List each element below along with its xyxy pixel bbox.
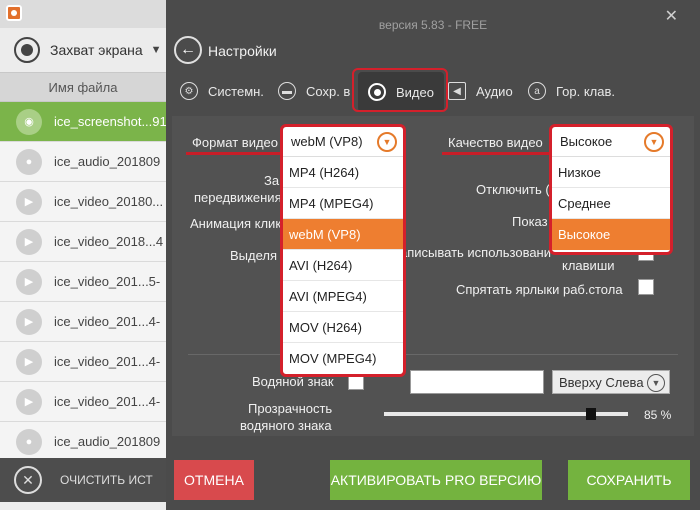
setting-label: клавиши (562, 258, 615, 273)
file-name: ice_video_2018...4 (54, 234, 164, 249)
app-titlebar (0, 0, 166, 28)
chevron-down-icon: ▼ (647, 374, 665, 392)
list-item[interactable]: ▶ ice_video_201...4- (0, 342, 166, 382)
microphone-icon: ● (16, 428, 42, 455)
setting-label: Анимация клик (190, 216, 282, 231)
play-icon: ▶ (16, 188, 42, 215)
back-arrow-icon[interactable]: ← (174, 36, 202, 64)
selected-value: Высокое (560, 134, 613, 149)
transparency-label: водяного знака (240, 418, 332, 433)
chevron-down-icon[interactable]: ▼ (644, 132, 664, 152)
video-quality-label: Качество видео (442, 135, 553, 155)
file-name: ice_video_201...5- (54, 274, 161, 289)
tab-label: Сохр. в (306, 83, 351, 99)
tab-label: Гор. клав. (556, 83, 616, 99)
list-item[interactable]: ▶ ice_video_20180... (0, 182, 166, 222)
play-icon: ▶ (16, 348, 42, 375)
activate-pro-button[interactable]: АКТИВИРОВАТЬ PRO ВЕРСИЮ (330, 460, 542, 500)
file-name: ice_audio_201809 (54, 154, 161, 169)
capture-mode-label: Захват экрана (50, 42, 143, 58)
folder-icon: ▬ (278, 82, 296, 100)
video-quality-selected[interactable]: Высокое ▼ (552, 127, 670, 157)
setting-label: Выделя (230, 248, 278, 263)
file-list: ◉ ice_screenshot...91 ● ice_audio_201809 ▶… (0, 102, 166, 462)
list-item[interactable]: ◉ ice_screenshot...91 (0, 102, 166, 142)
close-icon: ✕ (14, 466, 42, 494)
setting-label: Отключить ( (476, 182, 550, 197)
play-icon: ▶ (16, 228, 42, 255)
page-title: Настройки (208, 43, 277, 59)
hide-desktop-icons-checkbox[interactable] (638, 279, 654, 295)
transparency-label: Прозрачность (248, 401, 333, 416)
microphone-icon: ● (16, 148, 42, 175)
list-item[interactable]: ▶ ice_video_201...4- (0, 382, 166, 422)
settings-dialog: версия 5.83 - FREE ✕ ← Настройки ⚙ Систе… (166, 0, 700, 510)
chevron-down-icon[interactable]: ▼ (377, 132, 397, 152)
list-item[interactable]: ● ice_audio_201809 (0, 422, 166, 462)
version-label: версия 5.83 - FREE (378, 18, 488, 32)
speaker-icon: ◀ (448, 82, 466, 100)
format-option[interactable]: MOV (H264) (283, 312, 403, 343)
play-icon: ▶ (16, 308, 42, 335)
setting-label: передвижения (194, 190, 282, 205)
list-item[interactable]: ▶ ice_video_201...5- (0, 262, 166, 302)
watermark-position-select[interactable]: Вверху Слева ▼ (552, 370, 670, 394)
tab-highlight-frame (352, 68, 448, 112)
quality-option[interactable]: Высокое (552, 219, 670, 250)
capture-mode-selector[interactable]: Захват экрана ▼ (0, 28, 166, 72)
record-icon[interactable] (14, 37, 40, 63)
transparency-value: 85 % (644, 408, 672, 422)
format-option[interactable]: webM (VP8) (283, 219, 403, 250)
close-icon[interactable]: ✕ (665, 6, 678, 26)
play-icon: ▶ (16, 388, 42, 415)
format-option[interactable]: AVI (H264) (283, 250, 403, 281)
cancel-button[interactable]: ОТМЕНА (174, 460, 254, 500)
format-option[interactable]: MOV (MPEG4) (283, 343, 403, 374)
transparency-slider-thumb[interactable] (586, 408, 597, 420)
file-name: ice_video_201...4- (54, 354, 161, 369)
setting-label: Показ (512, 214, 548, 229)
watermark-position-value: Вверху Слева (559, 374, 644, 390)
setting-label: аписывать использовани (400, 245, 551, 260)
hide-desktop-icons-label: Спрятать ярлыки раб.стола (456, 282, 623, 297)
chevron-down-icon[interactable]: ▼ (151, 44, 162, 56)
video-quality-dropdown[interactable]: Высокое ▼ Низкое Среднее Высокое (549, 124, 673, 255)
clear-history-button[interactable]: ✕ ОЧИСТИТЬ ИСТ (0, 458, 166, 502)
file-name: ice_screenshot...91 (54, 114, 166, 129)
quality-option[interactable]: Низкое (552, 157, 670, 188)
quality-option[interactable]: Среднее (552, 188, 670, 219)
tab-audio[interactable]: ◀ Аудио (448, 82, 513, 100)
file-name-column-header[interactable]: Имя файла (0, 72, 166, 102)
app-logo-icon (6, 5, 22, 21)
file-name: ice_audio_201809 (54, 434, 161, 449)
tab-label: Аудио (476, 83, 513, 99)
selected-value: webM (VP8) (291, 134, 363, 149)
divider (188, 354, 678, 355)
list-item[interactable]: ▶ ice_video_2018...4 (0, 222, 166, 262)
tab-label: Системн. (208, 83, 264, 99)
file-name: ice_video_201...4- (54, 314, 161, 329)
tab-system[interactable]: ⚙ Системн. (180, 82, 264, 100)
play-icon: ▶ (16, 268, 42, 295)
file-name: ice_video_20180... (54, 194, 164, 209)
hotkey-icon: a (528, 82, 546, 100)
video-format-selected[interactable]: webM (VP8) ▼ (283, 127, 403, 157)
format-option[interactable]: AVI (MPEG4) (283, 281, 403, 312)
format-option[interactable]: MP4 (MPEG4) (283, 188, 403, 219)
list-item[interactable]: ● ice_audio_201809 (0, 142, 166, 182)
recordings-panel: Захват экрана ▼ Имя файла ◉ ice_screensho… (0, 0, 166, 510)
watermark-text-input[interactable] (410, 370, 544, 394)
tab-hotkeys[interactable]: a Гор. клав. (528, 82, 615, 100)
file-name: ice_video_201...4- (54, 394, 161, 409)
save-button[interactable]: СОХРАНИТЬ (568, 460, 690, 500)
tab-save-to[interactable]: ▬ Сохр. в (278, 82, 350, 100)
format-option[interactable]: MP4 (H264) (283, 157, 403, 188)
video-format-dropdown[interactable]: webM (VP8) ▼ MP4 (H264) MP4 (MPEG4) webM… (280, 124, 406, 377)
camera-icon: ◉ (16, 108, 42, 135)
list-item[interactable]: ▶ ice_video_201...4- (0, 302, 166, 342)
video-format-label: Формат видео (185, 135, 289, 155)
clear-history-label: ОЧИСТИТЬ ИСТ (60, 473, 153, 487)
gear-icon: ⚙ (180, 82, 198, 100)
